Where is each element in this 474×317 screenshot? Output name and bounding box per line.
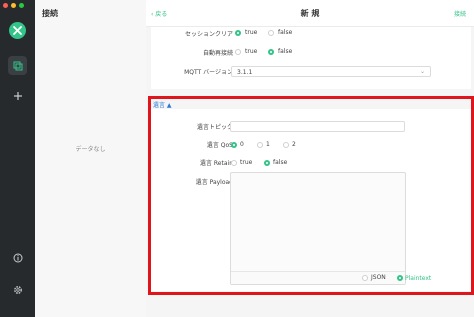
clean-session-true-radio[interactable] bbox=[235, 30, 241, 36]
connect-button[interactable]: 接続 bbox=[454, 9, 466, 18]
auto-reconnect-true-radio[interactable] bbox=[235, 49, 241, 55]
will-qos-2-radio[interactable] bbox=[283, 142, 289, 148]
will-qos-0-radio[interactable] bbox=[231, 142, 237, 148]
will-qos-0-label: 0 bbox=[240, 141, 244, 148]
will-payload-editor[interactable]: JSON bbox=[230, 172, 406, 285]
will-retain-label: 遺言 Retain bbox=[200, 160, 233, 167]
mqtt-version-value: 3.1.1 bbox=[237, 69, 253, 76]
advanced-settings-card: セッションクリア true false 自動再接続 true false MQT… bbox=[151, 27, 471, 89]
payload-json-label: JSON bbox=[371, 274, 386, 281]
will-qos-label: 遺言 QoS bbox=[206, 142, 233, 149]
payload-json-radio[interactable] bbox=[362, 275, 368, 281]
page-title: 新 規 bbox=[300, 9, 320, 18]
minimize-window-button[interactable] bbox=[11, 3, 16, 8]
auto-reconnect-false-label: false bbox=[278, 48, 293, 55]
will-topic-input[interactable] bbox=[230, 121, 405, 132]
logo-icon bbox=[9, 22, 26, 39]
mqtt-version-select[interactable]: 3.1.1 ⌄ bbox=[231, 66, 431, 77]
close-window-button[interactable] bbox=[3, 3, 8, 8]
will-retain-true-label: true bbox=[240, 159, 253, 166]
maximize-window-button[interactable] bbox=[19, 3, 24, 8]
will-retain-false-label: false bbox=[273, 159, 288, 166]
payload-plaintext-label: Plaintext bbox=[405, 275, 432, 282]
info-icon[interactable] bbox=[10, 250, 26, 266]
form-header: ‹ 戻る 新 規 接続 bbox=[146, 0, 474, 27]
payload-plaintext-radio[interactable] bbox=[397, 275, 403, 281]
empty-connections-text: データなし bbox=[75, 146, 106, 153]
clean-session-false-label: false bbox=[278, 29, 293, 36]
clean-session-false-radio[interactable] bbox=[268, 30, 274, 36]
will-topic-label: 遺言トピック bbox=[196, 124, 233, 131]
auto-reconnect-label: 自動再接続 bbox=[202, 50, 233, 57]
will-qos-2-label: 2 bbox=[292, 141, 296, 148]
connections-panel: 接続 データなし bbox=[35, 0, 147, 317]
will-qos-1-label: 1 bbox=[266, 141, 270, 148]
clean-session-label: セッションクリア bbox=[184, 31, 233, 38]
chevron-down-icon: ⌄ bbox=[419, 68, 425, 75]
will-payload-label: 遺言 Payload bbox=[195, 179, 233, 186]
will-qos-1-radio[interactable] bbox=[257, 142, 263, 148]
plus-icon[interactable] bbox=[10, 88, 26, 104]
connections-icon[interactable] bbox=[8, 56, 27, 75]
settings-icon[interactable] bbox=[10, 282, 26, 298]
auto-reconnect-true-label: true bbox=[245, 48, 258, 55]
clean-session-true-label: true bbox=[245, 29, 258, 36]
auto-reconnect-false-radio[interactable] bbox=[268, 49, 274, 55]
will-retain-false-radio[interactable] bbox=[264, 160, 270, 166]
payload-format-bar: JSON bbox=[231, 271, 405, 284]
new-connection-form: ‹ 戻る 新 規 接続 セッションクリア true false 自動再接続 tr… bbox=[146, 0, 474, 317]
mqtt-version-label: MQTT バージョン bbox=[184, 69, 233, 76]
app-sidebar bbox=[0, 0, 35, 317]
will-retain-true-radio[interactable] bbox=[231, 160, 237, 166]
will-section-toggle[interactable]: 遺言 ▲ bbox=[153, 100, 172, 109]
will-settings-card: 遺言トピック 遺言 QoS 0 1 2 遺言 Retain true false… bbox=[151, 109, 471, 291]
connections-title: 接続 bbox=[42, 9, 58, 18]
